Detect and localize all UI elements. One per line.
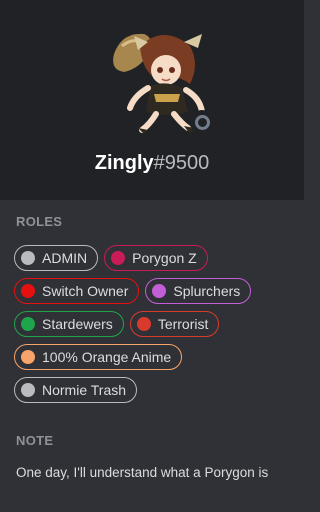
note-heading: NOTE	[16, 433, 54, 448]
role-pill[interactable]: Switch Owner	[14, 278, 140, 304]
role-label: Porygon Z	[132, 250, 197, 266]
role-color-dot-icon[interactable]	[21, 284, 35, 298]
status-indicator	[190, 110, 214, 134]
role-label: Switch Owner	[42, 283, 129, 299]
role-color-dot-icon[interactable]	[152, 284, 167, 298]
role-pill[interactable]: Normie Trash	[14, 377, 138, 403]
role-color-dot-icon[interactable]	[111, 251, 126, 265]
role-pill[interactable]: Splurchers	[145, 278, 252, 304]
role-color-dot-icon[interactable]	[21, 383, 35, 397]
avatar[interactable]	[104, 24, 214, 136]
role-label: Splurchers	[173, 283, 241, 299]
roles-list: ADMIN Porygon Z Switch Owner Splurchers Star…	[14, 245, 294, 403]
role-color-dot-icon[interactable]	[21, 350, 35, 364]
roles-heading: ROLES	[16, 214, 63, 229]
discriminator: #9500	[153, 152, 210, 174]
role-color-dot-icon[interactable]	[21, 251, 35, 265]
role-label: Stardewers	[42, 316, 113, 332]
role-label: ADMIN	[42, 250, 88, 266]
role-label: Terrorist	[157, 316, 209, 332]
role-color-dot-icon[interactable]	[21, 317, 35, 331]
offline-status-icon	[194, 114, 210, 130]
role-color-dot-icon[interactable]	[136, 317, 151, 331]
username: Zingly	[94, 152, 154, 174]
role-pill[interactable]: Stardewers	[14, 311, 124, 337]
note-input[interactable]: One day, I'll understand what a Porygon …	[16, 464, 296, 482]
role-label: Normie Trash	[42, 382, 127, 398]
role-pill[interactable]: 100% Orange Anime	[14, 344, 183, 370]
role-label: 100% Orange Anime	[42, 349, 172, 365]
profile-header: Zingly#9500	[0, 0, 304, 200]
role-pill[interactable]: Terrorist	[129, 311, 220, 337]
role-pill[interactable]: Porygon Z	[104, 245, 208, 271]
username-line[interactable]: Zingly#9500	[0, 150, 304, 176]
role-pill[interactable]: ADMIN	[14, 245, 99, 271]
